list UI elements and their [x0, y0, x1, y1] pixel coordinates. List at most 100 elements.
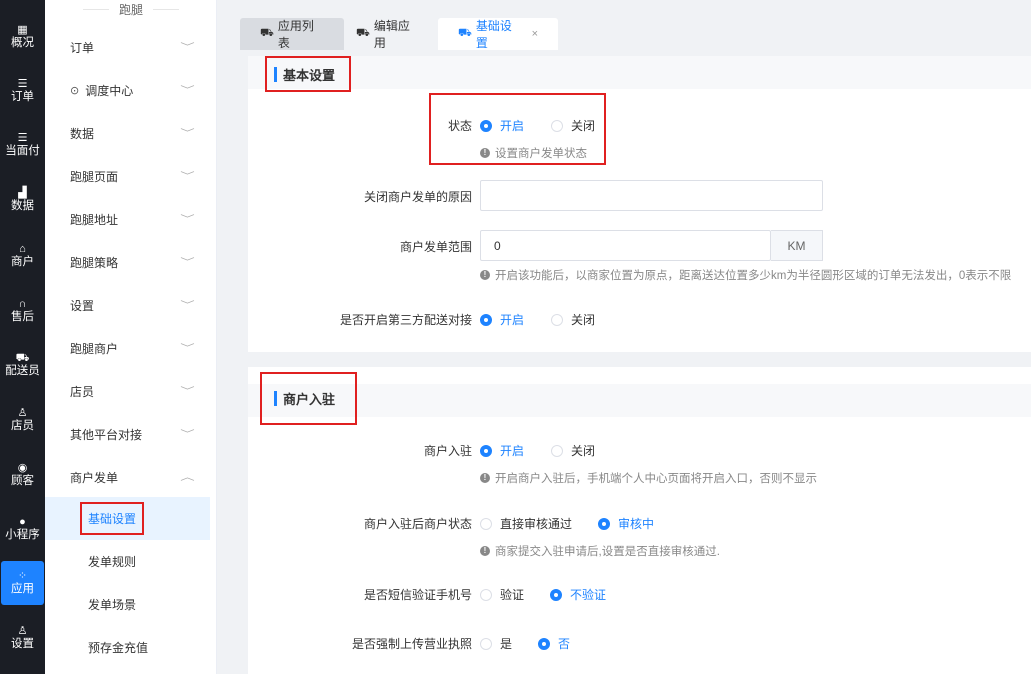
state-review-radio[interactable]: 审核中	[598, 515, 654, 532]
radio-dot	[551, 313, 563, 326]
status-off-radio[interactable]: 关闭	[551, 117, 595, 134]
rail-item-merchant[interactable]: ⌂ 商户	[0, 234, 45, 278]
radio-dot	[550, 588, 562, 601]
section-title-basic: 基本设置	[264, 56, 352, 92]
chevron-down-icon: ﹀	[180, 42, 195, 52]
state-direct-radio[interactable]: 直接审核通过	[480, 515, 572, 532]
menu-item-label: 跑腿商户	[70, 342, 119, 356]
rail-item-mini-program[interactable]: ● 小程序	[0, 507, 45, 551]
sms-no-radio[interactable]: 不验证	[550, 586, 606, 603]
store-icon: ⌂	[19, 243, 26, 255]
rail-item-overview[interactable]: ▦ 概况	[0, 15, 45, 59]
state-label: 商户入驻后商户状态	[363, 517, 472, 531]
chevron-up-icon: ︿	[180, 472, 195, 482]
radio-label: 开启	[500, 119, 525, 133]
tab-edit-app[interactable]: ⛟ 编辑应用	[336, 18, 438, 50]
rail-item-courier[interactable]: ⛟ 配送员	[0, 343, 45, 387]
title-bar	[274, 66, 277, 82]
list-icon: ☰	[17, 78, 28, 90]
info-icon: !	[480, 546, 490, 556]
tab-basic-settings[interactable]: ⛟ 基础设置 ×	[438, 18, 558, 50]
info-icon: !	[480, 473, 490, 483]
menu-item-label: 订单	[70, 41, 95, 55]
third-party-on-radio[interactable]: 开启	[480, 311, 524, 328]
list-icon: ☰	[17, 132, 28, 144]
tab-app-list[interactable]: ⛟ 应用列表	[240, 18, 344, 50]
menu-item-data[interactable]: 数据 ﹀	[45, 112, 217, 155]
range-input[interactable]: 0	[480, 230, 771, 261]
menu-item-staff[interactable]: 店员 ﹀	[45, 370, 217, 413]
sub-item-label: 发单场景	[88, 598, 137, 612]
card-header	[248, 384, 1031, 417]
rail-item-after-sales[interactable]: ∩ 售后	[0, 289, 45, 333]
menu-item-errand-pages[interactable]: 跑腿页面 ﹀	[45, 155, 217, 198]
status-hint: ! 设置商户发单状态	[480, 145, 587, 161]
sub-item-prepaid-recharge[interactable]: 预存金充值	[45, 626, 217, 669]
join-on-radio[interactable]: 开启	[480, 442, 524, 459]
close-icon[interactable]: ×	[532, 28, 538, 40]
menu-item-label: 跑腿地址	[70, 213, 119, 227]
rail-item-settings[interactable]: ♙ 设置	[0, 616, 45, 660]
radio-dot	[598, 517, 610, 530]
rail-item-orders[interactable]: ☰ 订单	[0, 69, 45, 113]
menu-item-errand-address[interactable]: 跑腿地址 ﹀	[45, 198, 217, 241]
icon-rail: ▦ 概况 ☰ 订单 ☰ 当面付 ▟ 数据 ⌂ 商户 ∩ 售后 ⛟ 配送员 ♙ 店员 ◉ 顾客 ● 小…	[0, 0, 45, 674]
rail-label: 店员	[11, 420, 34, 432]
menu-item-label: 设置	[70, 299, 95, 313]
settings-tab-icon: ⛟	[458, 27, 472, 39]
hint-text: 开启该功能后，以商家位置为原点，距离送达位置多少km为半径圆形区域的订单无法发出…	[495, 270, 1012, 282]
menu-item-label: 其他平台对接	[70, 428, 143, 442]
license-no-radio[interactable]: 否	[538, 635, 570, 652]
radio-label: 验证	[500, 588, 525, 602]
radio-label: 不验证	[570, 588, 607, 602]
radio-dot	[480, 444, 492, 457]
state-hint: ! 商家提交入驻申请后,设置是否直接审核通过.	[480, 543, 720, 559]
radio-dot	[480, 517, 492, 530]
tab-label: 编辑应用	[373, 19, 410, 50]
chevron-down-icon: ﹀	[180, 386, 195, 396]
radio-dot	[551, 119, 563, 132]
status-on-radio[interactable]: 开启	[480, 117, 524, 134]
third-party-off-radio[interactable]: 关闭	[551, 311, 595, 328]
join-off-radio[interactable]: 关闭	[551, 442, 595, 459]
rail-label: 配送员	[5, 365, 40, 377]
tab-label: 基础设置	[475, 19, 512, 50]
sub-item-dispatch-rules[interactable]: 发单规则	[45, 540, 217, 583]
section-title-merchant: 商户入驻	[259, 372, 358, 425]
menu-item-settings[interactable]: 设置 ﹀	[45, 284, 217, 327]
menu-item-orders[interactable]: 订单 ﹀	[45, 26, 217, 69]
chevron-down-icon: ﹀	[180, 343, 195, 353]
third-party-label: 是否开启第三方配送对接	[339, 313, 472, 327]
rail-item-staff[interactable]: ♙ 店员	[0, 398, 45, 442]
rail-item-apps[interactable]: ⁘ 应用	[1, 561, 44, 605]
menu-item-other-platforms[interactable]: 其他平台对接 ﹀	[45, 413, 217, 456]
chevron-down-icon: ﹀	[180, 128, 195, 138]
chevron-down-icon: ﹀	[180, 300, 195, 310]
license-yes-radio[interactable]: 是	[480, 635, 512, 652]
rail-label: 订单	[11, 91, 34, 103]
chevron-down-icon: ﹀	[180, 429, 195, 439]
staff-icon: ♙	[17, 407, 28, 419]
rail-item-face-pay[interactable]: ☰ 当面付	[0, 123, 45, 167]
rail-label: 商户	[11, 256, 34, 268]
sms-yes-radio[interactable]: 验证	[480, 586, 524, 603]
sub-item-dispatch-scenes[interactable]: 发单场景	[45, 583, 217, 626]
rail-item-customer[interactable]: ◉ 顾客	[0, 453, 45, 497]
sms-label: 是否短信验证手机号	[363, 588, 472, 602]
location-icon: ⊙	[70, 85, 80, 97]
sub-item-label: 基础设置	[79, 502, 145, 535]
radio-label: 是	[500, 637, 513, 651]
status-label: 状态	[447, 119, 472, 133]
range-label: 商户发单范围	[399, 240, 472, 254]
menu-item-dispatch[interactable]: ⊙ 调度中心 ﹀	[45, 69, 217, 112]
menu-item-errand-merchants[interactable]: 跑腿商户 ﹀	[45, 327, 217, 370]
menu-item-merchant-dispatch[interactable]: 商户发单 ︿	[45, 456, 217, 499]
close-reason-input[interactable]	[480, 180, 823, 211]
menu-item-errand-strategy[interactable]: 跑腿策略 ﹀	[45, 241, 217, 284]
section-title-text: 基本设置	[283, 67, 336, 83]
apps-icon: ⁘	[17, 570, 28, 582]
rail-item-data[interactable]: ▟ 数据	[0, 178, 45, 222]
info-icon: !	[480, 270, 490, 280]
sub-item-basic-settings[interactable]: 基础设置	[45, 497, 210, 540]
join-label: 商户入驻	[423, 444, 472, 458]
